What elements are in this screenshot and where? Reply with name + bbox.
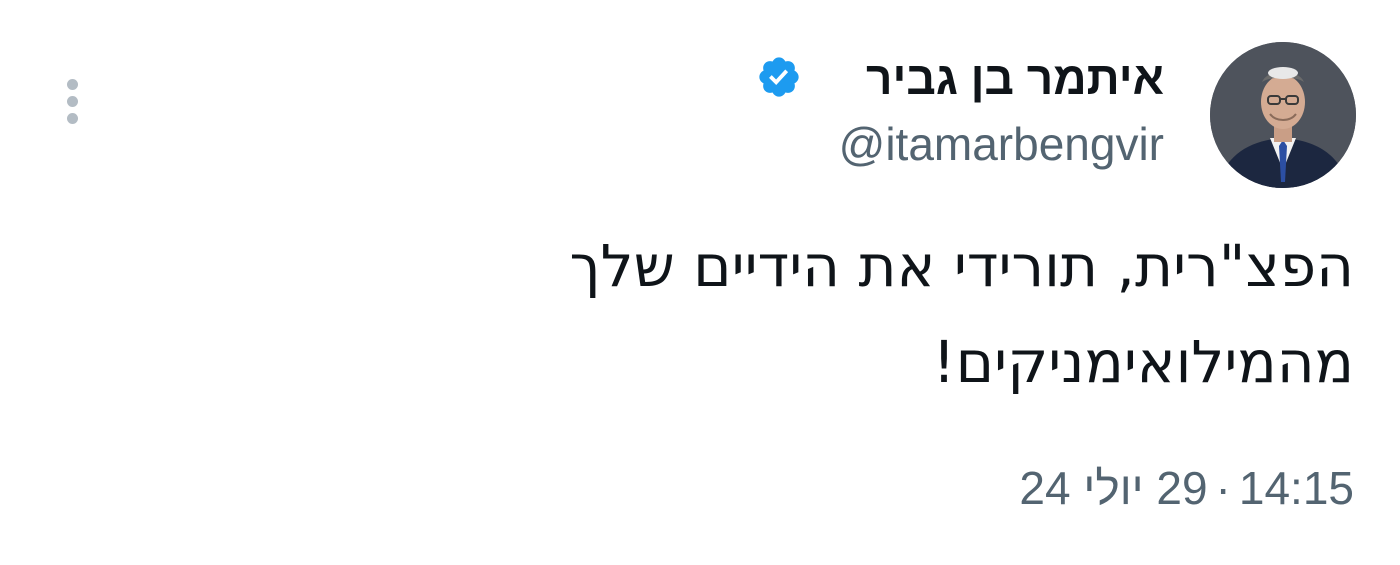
tweet-card: איתמר בן גביר @itamarbengvir הפצ"רית, תו…	[0, 0, 1400, 565]
more-dot-icon	[67, 96, 78, 107]
tweet-date: 29 יולי 24	[1019, 462, 1208, 514]
tweet-time: 14:15	[1238, 462, 1354, 514]
verified-badge-icon	[759, 57, 799, 97]
tweet-text-line-1: הפצ"רית, תורידי את הידיים שלך	[569, 232, 1354, 300]
avatar-photo	[1210, 42, 1356, 188]
tweet-timestamp[interactable]: 29 יולי 24 · 14:15	[1019, 458, 1354, 518]
avatar[interactable]	[1210, 42, 1356, 188]
more-dot-icon	[67, 79, 78, 90]
more-dot-icon	[67, 113, 78, 124]
display-name[interactable]: איתמר בן גביר	[866, 52, 1164, 104]
user-handle[interactable]: @itamarbengvir	[839, 118, 1164, 170]
timestamp-separator: ·	[1215, 462, 1231, 514]
tweet-text: הפצ"רית, תורידי את הידיים שלך מהמילואימנ…	[454, 218, 1354, 410]
tweet-text-line-2: מהמילואימניקים!	[932, 328, 1354, 396]
more-options-icon[interactable]	[58, 76, 88, 128]
